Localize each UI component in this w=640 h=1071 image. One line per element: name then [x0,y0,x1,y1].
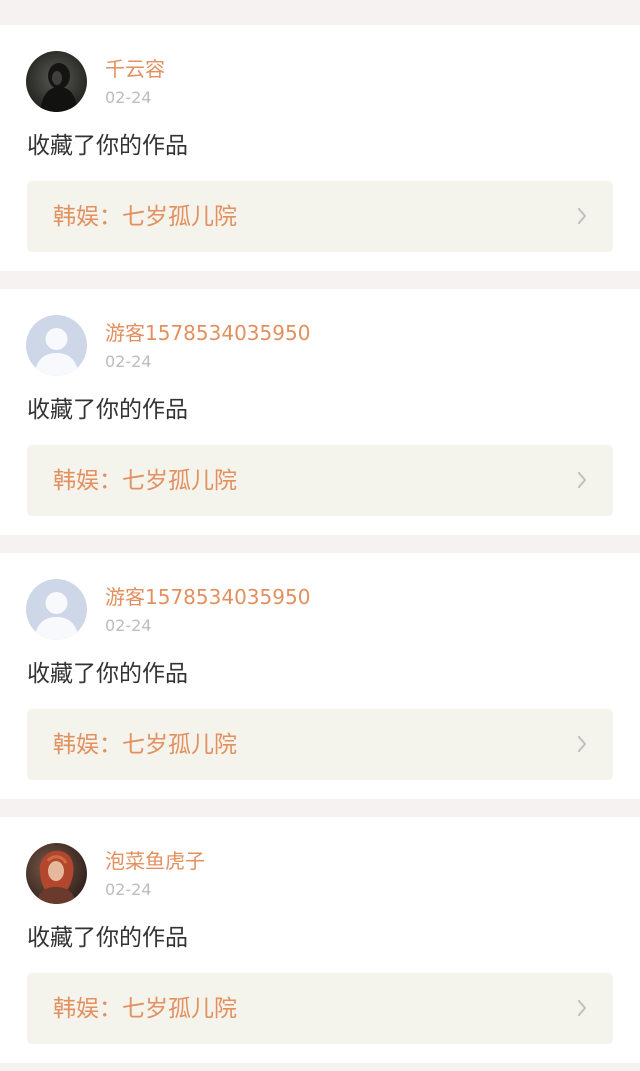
username[interactable]: 千云容 [105,57,165,81]
action-text: 收藏了你的作品 [27,925,188,951]
action-text: 收藏了你的作品 [27,661,188,687]
chevron-right-icon [578,472,586,488]
notification-feed: 千云容 02-24 收藏了你的作品 韩娱：七岁孤儿院 游客15785340359… [0,0,640,1071]
notification-card: 游客1578534035950 02-24 收藏了你的作品 韩娱：七岁孤儿院 [0,553,640,799]
action-text: 收藏了你的作品 [27,397,188,423]
default-user-avatar-icon[interactable] [26,579,87,640]
work-title: 韩娱：七岁孤儿院 [53,732,237,758]
work-link[interactable]: 韩娱：七岁孤儿院 [27,445,613,516]
work-link[interactable]: 韩娱：七岁孤儿院 [27,973,613,1044]
work-title: 韩娱：七岁孤儿院 [53,996,237,1022]
chevron-right-icon [578,1000,586,1016]
notification-date: 02-24 [105,88,152,107]
notification-date: 02-24 [105,880,152,899]
username[interactable]: 游客1578534035950 [105,585,310,609]
work-title: 韩娱：七岁孤儿院 [53,204,237,230]
notification-card: 泡菜鱼虎子 02-24 收藏了你的作品 韩娱：七岁孤儿院 [0,817,640,1063]
work-title: 韩娱：七岁孤儿院 [53,468,237,494]
user-avatar[interactable] [26,843,87,904]
work-link[interactable]: 韩娱：七岁孤儿院 [27,709,613,780]
chevron-right-icon [578,208,586,224]
chevron-right-icon [578,736,586,752]
username[interactable]: 泡菜鱼虎子 [105,849,205,873]
username[interactable]: 游客1578534035950 [105,321,310,345]
user-avatar[interactable] [26,51,87,112]
action-text: 收藏了你的作品 [27,133,188,159]
default-user-avatar-icon[interactable] [26,315,87,376]
notification-date: 02-24 [105,616,152,635]
notification-card: 游客1578534035950 02-24 收藏了你的作品 韩娱：七岁孤儿院 [0,289,640,535]
notification-date: 02-24 [105,352,152,371]
notification-card: 千云容 02-24 收藏了你的作品 韩娱：七岁孤儿院 [0,25,640,271]
work-link[interactable]: 韩娱：七岁孤儿院 [27,181,613,252]
